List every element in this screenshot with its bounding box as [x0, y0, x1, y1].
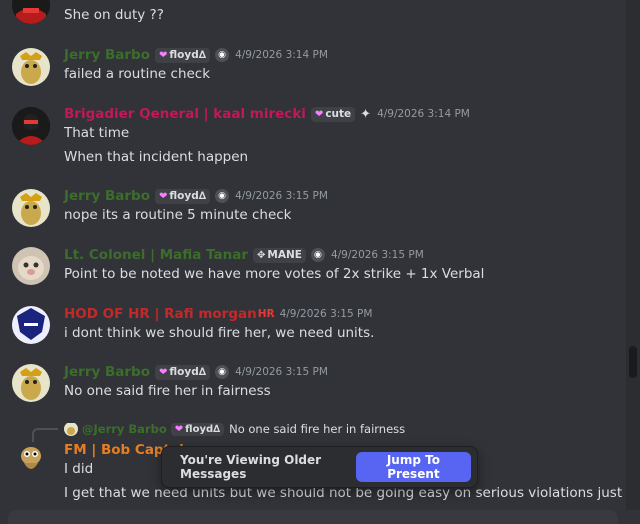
avatar[interactable] — [12, 306, 50, 344]
message-text: i dont think we should fire her, we need… — [64, 325, 375, 341]
username[interactable]: Jerry Barbo — [64, 364, 150, 380]
timestamp: 4/9/2026 3:15 PM — [279, 308, 373, 320]
reply-reference[interactable]: @Jerry Barbo ❤ floyd∆ No one said fire he… — [64, 421, 405, 437]
guild-tag: ❤ floyd∆ — [170, 422, 225, 436]
scrollbar-thumb[interactable] — [629, 346, 637, 378]
avatar[interactable] — [12, 107, 50, 145]
reply-username[interactable]: @Jerry Barbo — [82, 422, 167, 436]
sparkle-icon[interactable]: ✦ — [360, 107, 371, 122]
guild-tag[interactable]: ❤ floyd∆ — [155, 47, 211, 63]
message-text: nope its a routine 5 minute check — [64, 207, 292, 223]
reply-connector — [32, 428, 58, 442]
message-text: When that incident happen — [64, 149, 249, 165]
message-composer[interactable] — [8, 510, 618, 524]
older-messages-banner: You're Viewing Older Messages Jump To Pr… — [161, 446, 478, 488]
reply-avatar — [64, 422, 78, 436]
avatar[interactable] — [12, 441, 50, 479]
username[interactable]: Jerry Barbo — [64, 188, 150, 204]
guild-tag[interactable]: ✥ MANE — [253, 247, 306, 263]
heart-icon: ❤ — [174, 423, 184, 435]
heart-icon: ❤ — [159, 366, 168, 378]
timestamp: 4/9/2026 3:15 PM — [235, 190, 328, 202]
avatar[interactable] — [12, 247, 50, 285]
username[interactable]: HOD OF HR | Rafi morgan — [64, 306, 257, 322]
heart-icon: ❤ — [159, 49, 168, 61]
message-text: She on duty ?? — [64, 7, 164, 23]
reply-text: No one said fire her in fairness — [229, 422, 406, 436]
heart-icon: ❤ — [314, 108, 324, 120]
avatar[interactable] — [12, 48, 50, 86]
role-badge-icon[interactable]: ◉ — [215, 189, 230, 203]
guild-tag[interactable]: ❤ floyd∆ — [155, 364, 211, 380]
banner-text: You're Viewing Older Messages — [180, 453, 322, 481]
hr-suffix: HR — [257, 308, 275, 320]
scrollbar-track[interactable] — [626, 0, 640, 510]
role-badge-icon[interactable]: ◉ — [310, 248, 325, 262]
message-text: failed a routine check — [64, 66, 211, 82]
username[interactable]: Lt. Colonel | Mafia Tanar — [64, 247, 248, 263]
message-text: I did — [64, 461, 94, 477]
avatar[interactable] — [12, 0, 50, 24]
message-text: No one said fire her in fairness — [64, 383, 271, 399]
timestamp: 4/9/2026 3:15 PM — [235, 366, 328, 378]
role-badge-icon[interactable]: ◉ — [215, 365, 230, 379]
heart-icon: ❤ — [159, 190, 168, 202]
jump-to-present-button[interactable]: Jump To Present — [355, 452, 471, 482]
message-text: Point to be noted we have more votes of … — [64, 266, 485, 282]
username[interactable]: Jerry Barbo — [64, 47, 150, 63]
guild-tag[interactable]: ❤ floyd∆ — [155, 188, 211, 204]
timestamp: 4/9/2026 3:14 PM — [377, 108, 470, 120]
timestamp: 4/9/2026 3:14 PM — [235, 49, 328, 61]
role-badge-icon[interactable]: ◉ — [215, 48, 230, 62]
message-text: That time — [64, 125, 130, 141]
avatar[interactable] — [12, 189, 50, 227]
avatar[interactable] — [12, 364, 50, 402]
message-list[interactable]: She on duty ?? Jerry Barbo ❤ floyd∆ ◉ 4/9… — [0, 0, 626, 510]
username[interactable]: Brigadier Qeneral | kaal mirecki — [64, 106, 306, 122]
timestamp: 4/9/2026 3:15 PM — [330, 249, 424, 261]
guild-tag[interactable]: ❤ cute — [310, 106, 356, 122]
diamond-move-icon: ✥ — [257, 249, 266, 261]
